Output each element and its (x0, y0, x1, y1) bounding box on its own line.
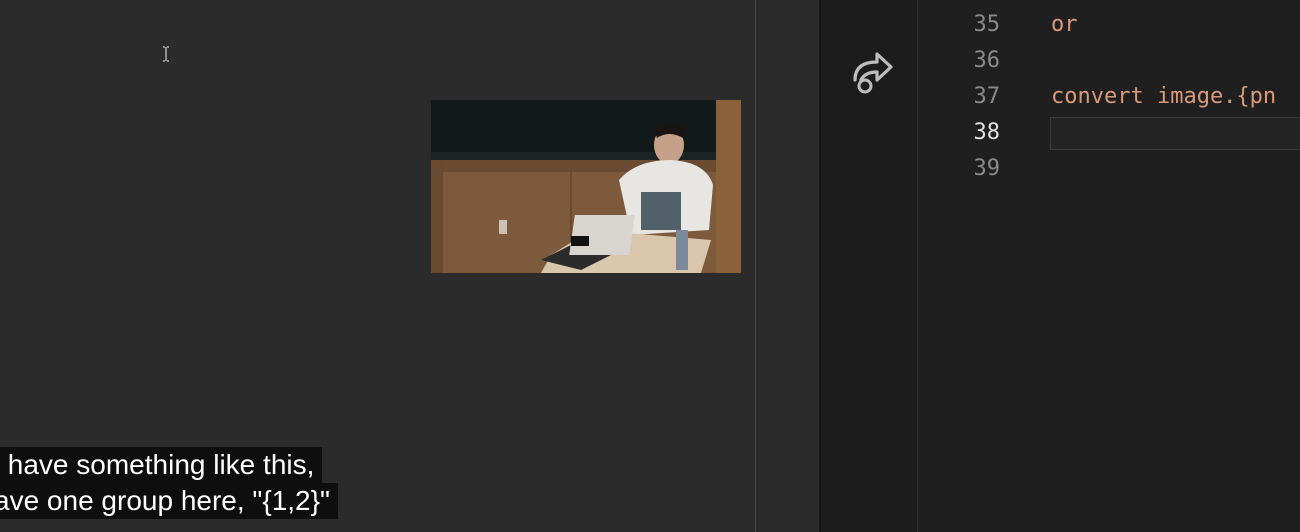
line-number: 35 (973, 12, 1001, 37)
screen: have something like this, ave one group … (0, 0, 1300, 532)
slide-pane: have something like this, ave one group … (0, 0, 756, 532)
line-number-active: 38 (973, 120, 1001, 145)
pane-gap (756, 0, 820, 532)
code-editor[interactable]: 35 36 37 38 39 or convert image.{pn (821, 0, 1300, 532)
text-cursor-icon (163, 46, 169, 62)
captions: have something like this, ave one group … (0, 447, 338, 519)
code-text-area[interactable]: or convert image.{pn (1051, 7, 1300, 187)
webcam-video[interactable] (431, 100, 741, 273)
webcam-frame (431, 100, 741, 273)
line-number: 36 (973, 48, 1001, 73)
line-number: 39 (973, 156, 1001, 181)
code-line[interactable] (1051, 43, 1300, 79)
code-line[interactable]: convert image.{pn (1051, 79, 1300, 115)
share-arrow-icon[interactable] (845, 46, 897, 98)
code-line-current[interactable] (1051, 115, 1300, 151)
code-line[interactable]: or (1051, 7, 1300, 43)
line-number: 37 (973, 84, 1001, 109)
code-line[interactable] (1051, 151, 1300, 187)
caption-line-1: have something like this, (0, 447, 323, 483)
caption-line-2: ave one group here, "{1,2}" (0, 483, 338, 519)
line-number-gutter: 35 36 37 38 39 (918, 7, 1001, 187)
